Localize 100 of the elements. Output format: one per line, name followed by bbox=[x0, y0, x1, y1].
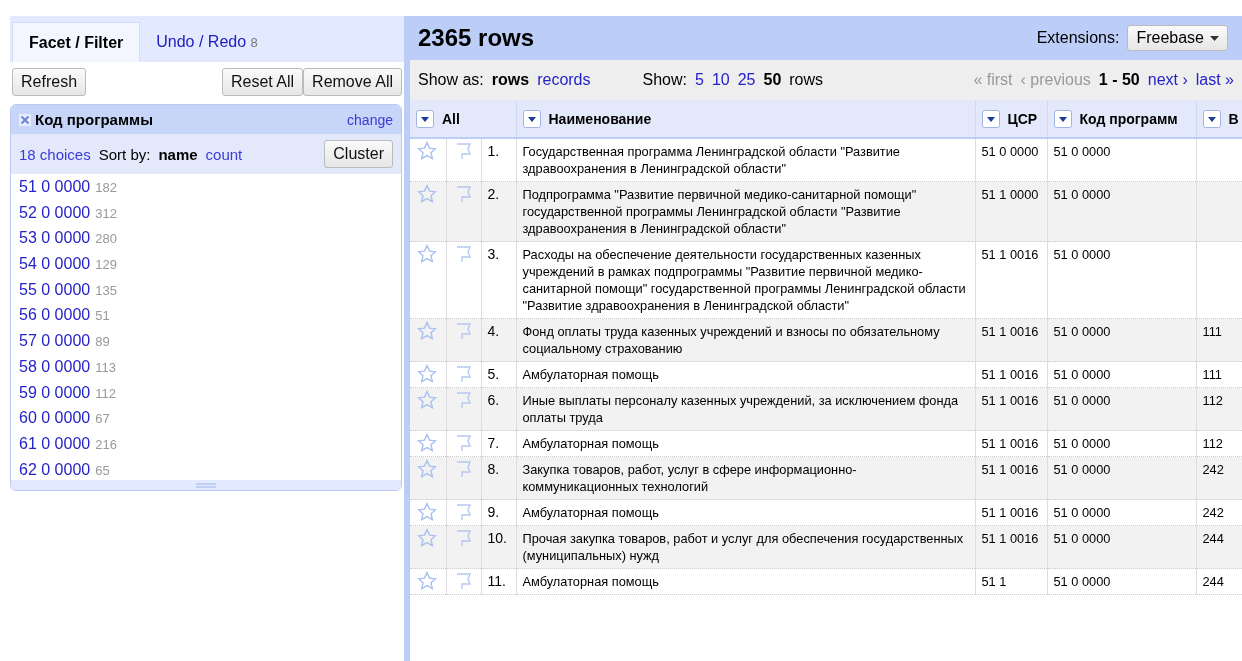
row-count-title: 2365 rows bbox=[418, 24, 536, 52]
facet-choice[interactable]: 54 0 0000 bbox=[19, 255, 91, 274]
table-cell: Амбулаторная помощь bbox=[516, 568, 975, 595]
table-cell: Расходы на обеспечение деятельности государственных казенных учреждений в рамках подпрограммы "Развитие первичной медико-санитарной помощи" государственной программы Ленинградской области "Развитие здравоохранения в Ленинградской области" bbox=[516, 241, 975, 319]
panel-tab[interactable]: Facet / Filter bbox=[12, 22, 141, 62]
table-cell: 51 1 bbox=[975, 568, 1047, 595]
table-cell: 51 1 0000 bbox=[975, 181, 1047, 242]
row-number: 8. bbox=[481, 456, 516, 500]
row-number: 2. bbox=[481, 181, 516, 242]
facet-choice[interactable]: 57 0 0000 bbox=[19, 332, 91, 351]
star-icon[interactable] bbox=[417, 502, 437, 522]
refresh-button[interactable]: Refresh bbox=[12, 68, 87, 96]
star-icon[interactable] bbox=[417, 364, 437, 384]
caret-icon bbox=[1210, 35, 1219, 41]
last-page-link[interactable]: last » bbox=[1195, 71, 1234, 89]
choices-link[interactable]: 18 choices bbox=[19, 145, 91, 163]
dropdown-icon[interactable] bbox=[981, 109, 1000, 128]
remove-all-button[interactable]: Remove All bbox=[303, 68, 402, 96]
facet-choice[interactable]: 53 0 0000 bbox=[19, 229, 91, 248]
table-cell: 51 1 0016 bbox=[975, 361, 1047, 388]
table-cell: Амбулаторная помощь bbox=[516, 499, 975, 526]
row-number: 6. bbox=[481, 387, 516, 431]
facet-choice[interactable]: 62 0 0000 bbox=[19, 460, 91, 479]
page-size-link[interactable]: 5 bbox=[695, 71, 704, 89]
table-cell: Прочая закупка товаров, работ и услуг для обеспечения государственных (муниципальных) нужд bbox=[516, 525, 975, 569]
table-cell: 51 0 0000 bbox=[1047, 361, 1196, 388]
table-cell: 51 0 0000 bbox=[1047, 241, 1196, 319]
row-number: 10. bbox=[481, 525, 516, 569]
star-icon[interactable] bbox=[417, 390, 437, 410]
next-page-link[interactable]: next › bbox=[1147, 71, 1188, 89]
panel-tab[interactable]: Undo / Redo 8 bbox=[140, 22, 274, 62]
close-icon[interactable] bbox=[19, 113, 31, 126]
choice-count: 135 bbox=[95, 282, 117, 298]
column-header[interactable]: В bbox=[1196, 100, 1242, 138]
facet-title: Код программы bbox=[35, 111, 154, 128]
facet-choice[interactable]: 56 0 0000 bbox=[19, 306, 91, 325]
page-range: 1 - 50 bbox=[1098, 71, 1140, 89]
show-as-label: Show as: bbox=[418, 71, 484, 89]
star-icon[interactable] bbox=[417, 459, 437, 479]
table-cell: Закупка товаров, работ, услуг в сфере информационно-коммуникационных технологий bbox=[516, 456, 975, 500]
facet-choice[interactable]: 52 0 0000 bbox=[19, 203, 91, 222]
rows-label: rows bbox=[789, 71, 824, 89]
table-cell: Амбулаторная помощь bbox=[516, 361, 975, 388]
table-cell: 51 0 0000 bbox=[1047, 499, 1196, 526]
column-header[interactable]: Наименование bbox=[516, 100, 975, 138]
facet-choice[interactable]: 60 0 0000 bbox=[19, 409, 91, 428]
sort-option[interactable]: name bbox=[158, 145, 198, 163]
page-size-link[interactable]: 50 bbox=[763, 71, 782, 89]
grip-icon[interactable] bbox=[196, 482, 216, 488]
table-cell: 51 0 0000 bbox=[1047, 525, 1196, 569]
table-cell: 51 0 0000 bbox=[1047, 318, 1196, 362]
choice-count: 113 bbox=[95, 359, 116, 375]
facet-choice[interactable]: 58 0 0000 bbox=[19, 357, 91, 376]
dropdown-icon[interactable] bbox=[1202, 109, 1221, 128]
table-cell: 51 1 0016 bbox=[975, 387, 1047, 431]
table-cell: 244 bbox=[1196, 525, 1242, 569]
dropdown-icon[interactable] bbox=[1053, 109, 1072, 128]
facet-choice[interactable]: 55 0 0000 bbox=[19, 280, 91, 299]
star-icon[interactable] bbox=[417, 321, 437, 341]
row-number: 3. bbox=[481, 241, 516, 319]
column-header[interactable]: All bbox=[410, 100, 516, 138]
choice-count: 67 bbox=[95, 411, 110, 427]
facet-choice[interactable]: 59 0 0000 bbox=[19, 383, 91, 402]
table-cell: 51 1 0016 bbox=[975, 456, 1047, 500]
show-label: Show: bbox=[642, 71, 687, 89]
choice-count: 216 bbox=[95, 436, 117, 452]
star-icon[interactable] bbox=[417, 184, 437, 204]
table-cell: 51 1 0016 bbox=[975, 499, 1047, 526]
column-header[interactable]: ЦСР bbox=[975, 100, 1047, 138]
row-number: 1. bbox=[481, 138, 516, 182]
table-cell: Иные выплаты персоналу казенных учреждений, за исключением фонда оплаты труда bbox=[516, 387, 975, 431]
star-icon[interactable] bbox=[417, 244, 437, 264]
star-icon[interactable] bbox=[417, 433, 437, 453]
page-size-link[interactable]: 25 bbox=[737, 71, 756, 89]
dropdown-icon[interactable] bbox=[522, 109, 541, 128]
row-number: 4. bbox=[481, 318, 516, 362]
sort-label: Sort by: bbox=[98, 145, 151, 163]
table-cell: 111 bbox=[1196, 318, 1242, 362]
facet-choice[interactable]: 61 0 0000 bbox=[19, 434, 91, 453]
choice-count: 112 bbox=[95, 385, 116, 401]
table-cell: 51 1 0016 bbox=[975, 241, 1047, 319]
view-mode-link[interactable]: rows bbox=[491, 71, 530, 89]
star-icon[interactable] bbox=[417, 141, 437, 161]
change-link[interactable]: change bbox=[347, 111, 393, 128]
star-icon[interactable] bbox=[417, 528, 437, 548]
reset-all-button[interactable]: Reset All bbox=[221, 68, 304, 96]
table-cell: Фонд оплаты труда казенных учреждений и взносы по обязательному социальному страхованию bbox=[516, 318, 975, 362]
extensions-dropdown[interactable]: Freebase bbox=[1127, 25, 1228, 51]
choice-count: 312 bbox=[95, 205, 117, 221]
cluster-button[interactable]: Cluster bbox=[324, 140, 393, 168]
page-size-link[interactable]: 10 bbox=[711, 71, 730, 89]
choice-count: 129 bbox=[95, 257, 117, 273]
dropdown-icon[interactable] bbox=[416, 109, 434, 128]
table-cell: 51 1 0016 bbox=[975, 318, 1047, 362]
view-mode-link[interactable]: records bbox=[537, 71, 591, 89]
resize-handle[interactable] bbox=[11, 480, 401, 490]
sort-option[interactable]: count bbox=[205, 145, 243, 163]
column-header[interactable]: Код программ bbox=[1047, 100, 1196, 138]
star-icon[interactable] bbox=[417, 571, 437, 591]
facet-choice[interactable]: 51 0 0000 bbox=[19, 178, 91, 196]
